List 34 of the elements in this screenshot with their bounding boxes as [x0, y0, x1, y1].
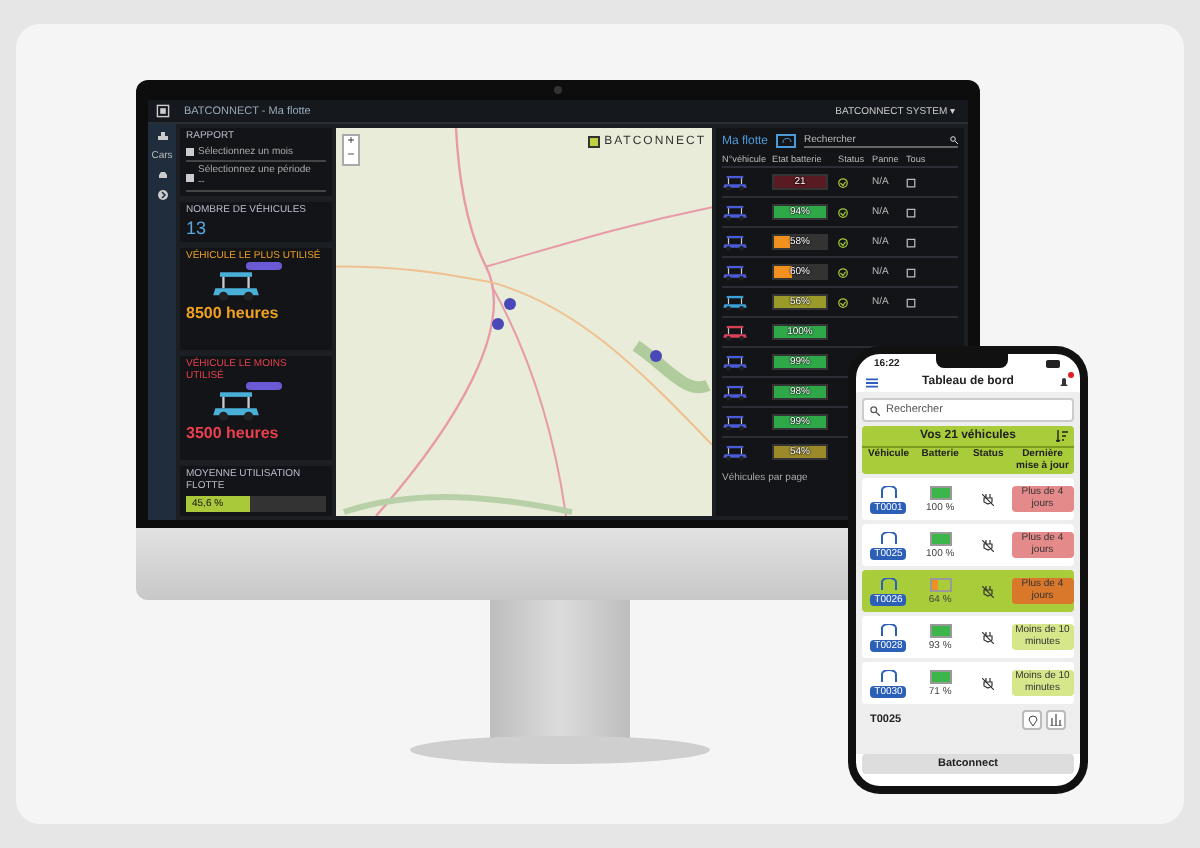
vehicle-tag — [246, 262, 282, 270]
battery-icon — [1045, 359, 1062, 367]
vehicle-tag — [246, 382, 282, 391]
detail-icon[interactable] — [906, 267, 916, 277]
golf-cart-icon — [210, 390, 262, 423]
phone-notch — [936, 354, 1009, 368]
detail-icon[interactable] — [906, 177, 916, 187]
usage-hours: 3500 heures — [186, 424, 281, 443]
detail-icon[interactable] — [906, 207, 916, 217]
notification-dot — [1068, 372, 1074, 378]
refresh-button[interactable] — [776, 134, 797, 148]
slashed-plug-icon — [982, 585, 995, 597]
menu-icon[interactable] — [866, 377, 878, 387]
chart-button[interactable] — [1046, 710, 1066, 730]
arrow-icon[interactable] — [157, 190, 167, 200]
detail-icon[interactable] — [906, 237, 916, 247]
golf-cart-icon — [210, 270, 262, 302]
sort-icon[interactable] — [1056, 430, 1068, 442]
slashed-plug-icon — [982, 539, 995, 551]
camera-dot — [554, 86, 562, 94]
slashed-plug-icon — [982, 677, 995, 689]
vehicle-count: 13 — [186, 217, 209, 237]
detail-icon[interactable] — [906, 297, 916, 307]
usage-hours: 8500 heures — [186, 304, 281, 322]
bell-icon[interactable] — [1058, 376, 1070, 388]
slashed-plug-icon — [982, 493, 995, 505]
monitor-stand — [490, 600, 630, 740]
search-icon[interactable] — [950, 136, 958, 144]
logo-icon — [155, 104, 169, 118]
dashboard-icon[interactable] — [157, 132, 167, 140]
slashed-plug-icon — [982, 631, 995, 643]
location-button[interactable] — [1022, 710, 1042, 730]
search-icon — [870, 405, 880, 415]
logo-icon — [588, 136, 601, 148]
